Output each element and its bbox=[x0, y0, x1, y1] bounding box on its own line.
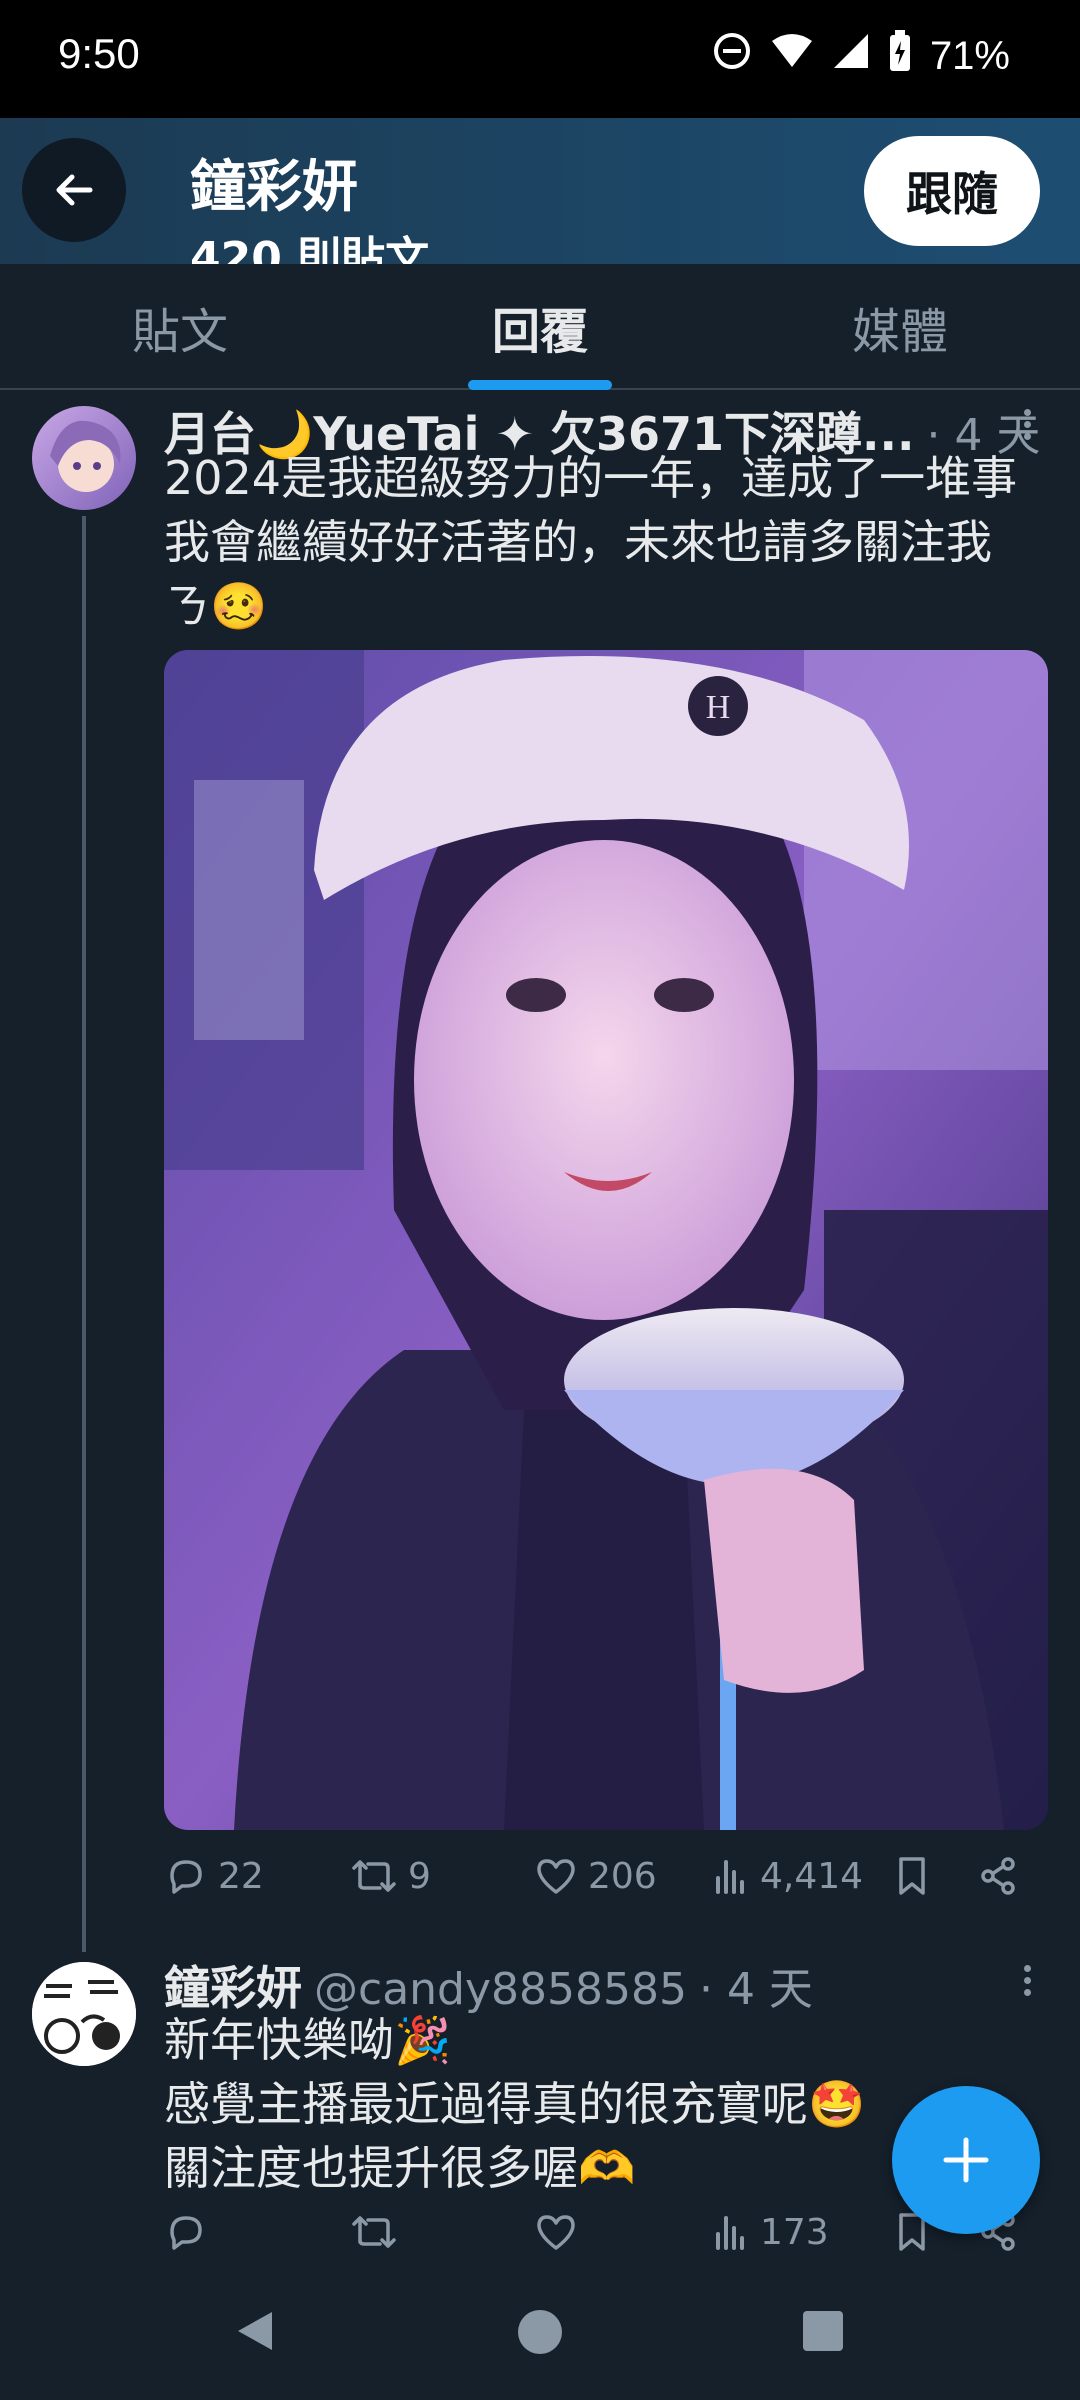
profile-header: 鐘彩妍 420 則貼文 跟隨 bbox=[0, 118, 1080, 264]
tab-replies[interactable]: 回覆 bbox=[360, 264, 720, 390]
like-count: 206 bbox=[588, 1855, 657, 1897]
post-line: 2024是我超級努力的一年，達成了一堆事 bbox=[164, 451, 1018, 505]
view-count: 4,414 bbox=[760, 1855, 864, 1897]
view-count: 173 bbox=[760, 2211, 829, 2253]
svg-text:H: H bbox=[706, 689, 731, 726]
nav-home-icon[interactable] bbox=[516, 2308, 564, 2356]
follow-button[interactable]: 跟隨 bbox=[864, 136, 1040, 246]
more-options-icon[interactable] bbox=[1012, 404, 1042, 444]
views-icon bbox=[716, 2216, 744, 2250]
tab-posts[interactable]: 貼文 bbox=[0, 264, 360, 390]
plus-icon bbox=[943, 2137, 989, 2183]
heart-icon bbox=[537, 2215, 575, 2250]
views-button[interactable]: 173 bbox=[710, 2210, 829, 2254]
back-button[interactable] bbox=[22, 138, 126, 242]
post-count: 420 則貼文 bbox=[190, 233, 430, 264]
avatar[interactable] bbox=[32, 406, 136, 510]
repost-count: 9 bbox=[408, 1855, 431, 1897]
post-actions: 173 bbox=[164, 2210, 1034, 2270]
like-button[interactable]: 206 bbox=[534, 1854, 657, 1898]
views-button[interactable]: 4,414 bbox=[710, 1854, 863, 1898]
status-time: 9:50 bbox=[58, 30, 140, 77]
post-text: 新年快樂呦🎉 感覺主播最近過得真的很充實呢🤩 關注度也提升很多喔🫶 bbox=[164, 2008, 865, 2200]
post-line: 關注度也提升很多喔🫶 bbox=[164, 2141, 636, 2195]
nav-recents-icon[interactable] bbox=[802, 2310, 844, 2352]
profile-name: 鐘彩妍 bbox=[190, 155, 358, 220]
battery-percent: 71% bbox=[929, 33, 1010, 78]
repost-button[interactable] bbox=[350, 2210, 398, 2254]
share-button[interactable] bbox=[976, 1854, 1020, 1898]
battery-icon bbox=[888, 30, 912, 82]
post-actions: 22 9 206 4,414 bbox=[164, 1854, 1034, 1914]
compose-button[interactable] bbox=[892, 2086, 1040, 2234]
tab-media[interactable]: 媒體 bbox=[720, 264, 1080, 390]
profile-tabs: 貼文 回覆 媒體 bbox=[0, 264, 1080, 390]
repost-button[interactable]: 9 bbox=[350, 1854, 431, 1898]
reply-icon bbox=[170, 1860, 202, 1894]
system-nav-bar bbox=[0, 2262, 1080, 2400]
back-arrow-icon bbox=[56, 174, 93, 206]
views-icon bbox=[716, 1860, 744, 1894]
active-tab-indicator bbox=[468, 380, 612, 390]
repost-icon bbox=[352, 1860, 396, 1892]
reply-button[interactable]: 22 bbox=[164, 1854, 264, 1898]
thread-line bbox=[82, 516, 86, 1952]
more-options-icon[interactable] bbox=[1012, 1960, 1042, 2000]
post-line: 我會繼續好好活著的，未來也請多關注我 bbox=[164, 515, 992, 569]
post-line: 感覺主播最近過得真的很充實呢🤩 bbox=[164, 2077, 866, 2131]
post-photo[interactable]: H bbox=[164, 650, 1048, 1830]
wifi-icon bbox=[770, 33, 814, 79]
reply-count: 22 bbox=[218, 1855, 264, 1897]
bookmark-icon bbox=[899, 1857, 925, 1895]
do-not-disturb-icon bbox=[712, 31, 752, 81]
repost-icon bbox=[352, 2216, 396, 2248]
share-icon bbox=[981, 1857, 1015, 1895]
bookmark-button[interactable] bbox=[892, 1854, 932, 1898]
heart-icon bbox=[537, 1859, 575, 1894]
status-bar: 9:50 71% bbox=[0, 0, 1080, 118]
like-button[interactable] bbox=[534, 2210, 578, 2254]
reply-icon bbox=[170, 2216, 202, 2250]
post-line: 新年快樂呦🎉 bbox=[164, 2013, 452, 2067]
post-line: ㄋ🥴 bbox=[164, 579, 268, 633]
reply-button[interactable] bbox=[164, 2210, 208, 2254]
avatar[interactable] bbox=[32, 1962, 136, 2066]
post-text: 2024是我超級努力的一年，達成了一堆事 我會繼續好好活著的，未來也請多關注我 … bbox=[164, 446, 1017, 638]
nav-back-icon[interactable] bbox=[232, 2308, 278, 2354]
signal-icon bbox=[832, 32, 870, 80]
